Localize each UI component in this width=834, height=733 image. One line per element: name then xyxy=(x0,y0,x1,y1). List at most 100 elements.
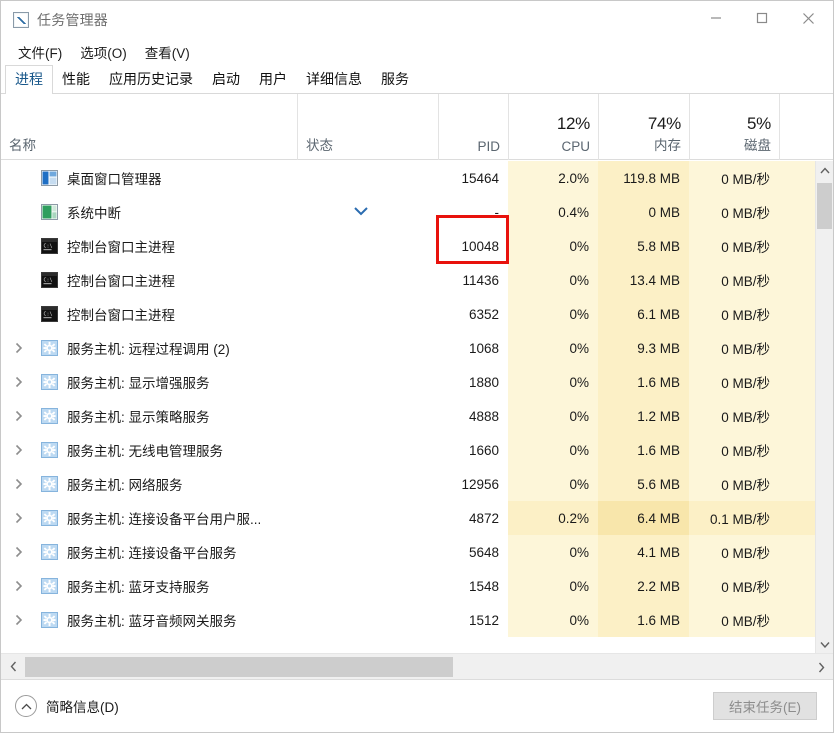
tab-processes[interactable]: 进程 xyxy=(5,65,53,94)
cell-status xyxy=(297,297,438,331)
service-host-icon xyxy=(41,340,58,356)
expand-chevron-icon[interactable] xyxy=(13,478,25,490)
expand-chevron-icon[interactable] xyxy=(13,376,25,388)
table-row[interactable]: C:\控制台窗口主进程114360%13.4 MB0 MB/秒0 xyxy=(1,263,833,297)
maximize-button[interactable] xyxy=(739,3,785,33)
scroll-up-button[interactable] xyxy=(816,161,833,179)
service-host-icon xyxy=(41,510,58,526)
cell-status xyxy=(297,195,438,229)
cell-disk: 0 MB/秒 xyxy=(689,603,779,637)
service-host-icon xyxy=(41,408,58,424)
table-row[interactable]: 服务主机: 蓝牙音频网关服务15120%1.6 MB0 MB/秒0 xyxy=(1,603,833,637)
process-name: 服务主机: 显示策略服务 xyxy=(67,410,210,425)
cell-disk: 0 MB/秒 xyxy=(689,399,779,433)
process-name: 系统中断 xyxy=(67,206,121,221)
cell-status xyxy=(297,603,438,637)
tab-details[interactable]: 详细信息 xyxy=(296,65,372,93)
cell-cpu: 0% xyxy=(508,569,598,603)
vertical-scrollbar[interactable] xyxy=(815,161,833,653)
service-host-icon xyxy=(41,442,58,458)
process-name: 服务主机: 连接设备平台用户服... xyxy=(67,512,262,527)
table-row[interactable]: 服务主机: 蓝牙支持服务15480%2.2 MB0 MB/秒0 xyxy=(1,569,833,603)
column-header-memory[interactable]: 74% 内存 xyxy=(598,94,689,160)
cell-status xyxy=(297,161,438,195)
table-row[interactable]: 服务主机: 显示增强服务18800%1.6 MB0 MB/秒0 xyxy=(1,365,833,399)
cell-memory: 13.4 MB xyxy=(598,263,689,297)
cell-status xyxy=(297,331,438,365)
tab-performance[interactable]: 性能 xyxy=(52,65,100,93)
column-header-name[interactable]: 名称 xyxy=(1,94,297,160)
cell-pid: 4872 xyxy=(468,510,499,526)
column-header-pid[interactable]: PID xyxy=(438,94,508,160)
scroll-down-button[interactable] xyxy=(816,635,833,653)
expand-chevron-icon[interactable] xyxy=(13,512,25,524)
cell-cpu: 0% xyxy=(508,603,598,637)
scroll-left-button[interactable] xyxy=(1,654,25,680)
end-task-button[interactable]: 结束任务(E) xyxy=(713,692,817,720)
cell-cpu: 0% xyxy=(508,467,598,501)
svg-text:C:\: C:\ xyxy=(44,278,53,284)
process-name: 控制台窗口主进程 xyxy=(67,274,175,289)
fewer-details-label: 简略信息(D) xyxy=(46,700,119,715)
table-row[interactable]: 服务主机: 显示策略服务48880%1.2 MB0 MB/秒0 xyxy=(1,399,833,433)
cell-status xyxy=(297,365,438,399)
minimize-button[interactable] xyxy=(693,3,739,33)
cell-cpu: 0% xyxy=(508,365,598,399)
process-name: 服务主机: 蓝牙支持服务 xyxy=(67,580,210,595)
column-header-disk[interactable]: 5% 磁盘 xyxy=(689,94,779,160)
close-button[interactable] xyxy=(785,3,831,33)
tab-app-history[interactable]: 应用历史记录 xyxy=(99,65,203,93)
task-manager-icon xyxy=(13,12,29,28)
expand-chevron-icon[interactable] xyxy=(13,580,25,592)
cell-disk: 0 MB/秒 xyxy=(689,433,779,467)
cell-status xyxy=(297,467,438,501)
tab-users[interactable]: 用户 xyxy=(249,65,297,93)
service-host-icon xyxy=(41,578,58,594)
service-host-icon xyxy=(41,544,58,560)
tab-services[interactable]: 服务 xyxy=(371,65,419,93)
cell-status xyxy=(297,433,438,467)
horizontal-scroll-thumb[interactable] xyxy=(25,657,453,677)
cell-memory: 0 MB xyxy=(598,195,689,229)
cell-memory: 1.6 MB xyxy=(598,603,689,637)
expand-chevron-icon[interactable] xyxy=(13,342,25,354)
vertical-scroll-thumb[interactable] xyxy=(817,183,832,229)
table-row[interactable]: C:\控制台窗口主进程63520%6.1 MB0 MB/秒0 xyxy=(1,297,833,331)
column-header-cpu[interactable]: 12% CPU xyxy=(508,94,598,160)
expand-chevron-icon[interactable] xyxy=(13,614,25,626)
cell-status xyxy=(297,399,438,433)
horizontal-scrollbar[interactable] xyxy=(1,653,833,679)
table-row[interactable]: 服务主机: 无线电管理服务16600%1.6 MB0 MB/秒0 xyxy=(1,433,833,467)
expand-chevron-icon[interactable] xyxy=(13,410,25,422)
menu-view[interactable]: 查看(V) xyxy=(136,40,199,64)
cell-pid: - xyxy=(494,204,500,220)
cell-cpu: 0% xyxy=(508,297,598,331)
cell-status xyxy=(297,229,438,263)
svg-text:C:\: C:\ xyxy=(44,312,53,318)
process-name: 服务主机: 连接设备平台服务 xyxy=(67,546,237,561)
table-row[interactable]: 系统中断-0.4%0 MB0 MB/秒0 xyxy=(1,195,833,229)
console-window-host-icon: C:\ xyxy=(41,272,58,288)
menu-file[interactable]: 文件(F) xyxy=(9,40,71,64)
table-row[interactable]: 服务主机: 远程过程调用 (2)10680%9.3 MB0 MB/秒0 xyxy=(1,331,833,365)
expand-chevron-icon[interactable] xyxy=(13,546,25,558)
table-row[interactable]: C:\控制台窗口主进程100480%5.8 MB0 MB/秒0 xyxy=(1,229,833,263)
menu-options[interactable]: 选项(O) xyxy=(71,40,136,64)
table-row[interactable]: 桌面窗口管理器154642.0%119.8 MB0 MB/秒0 xyxy=(1,161,833,195)
process-name: 服务主机: 无线电管理服务 xyxy=(67,444,224,459)
table-row[interactable]: 服务主机: 网络服务129560%5.6 MB0 MB/秒0 xyxy=(1,467,833,501)
process-name: 服务主机: 远程过程调用 (2) xyxy=(67,342,230,357)
tab-startup[interactable]: 启动 xyxy=(202,65,250,93)
cell-memory: 2.2 MB xyxy=(598,569,689,603)
fewer-details-button[interactable]: 简略信息(D) xyxy=(15,695,119,717)
table-row[interactable]: 服务主机: 连接设备平台服务56480%4.1 MB0 MB/秒0 xyxy=(1,535,833,569)
cell-cpu: 0% xyxy=(508,331,598,365)
scroll-right-button[interactable] xyxy=(809,654,833,679)
cell-memory: 9.3 MB xyxy=(598,331,689,365)
table-row[interactable]: 服务主机: 连接设备平台用户服... 4872 0.2% 6.4 MB 0.1 MB/秒… xyxy=(1,501,833,535)
column-header-status[interactable]: 状态 xyxy=(297,94,438,160)
process-rows: 桌面窗口管理器154642.0%119.8 MB0 MB/秒0系统中断-0.4%… xyxy=(1,161,833,653)
column-header-network-partial[interactable] xyxy=(779,94,833,160)
title-bar: 任务管理器 xyxy=(1,1,833,39)
expand-chevron-icon[interactable] xyxy=(13,444,25,456)
